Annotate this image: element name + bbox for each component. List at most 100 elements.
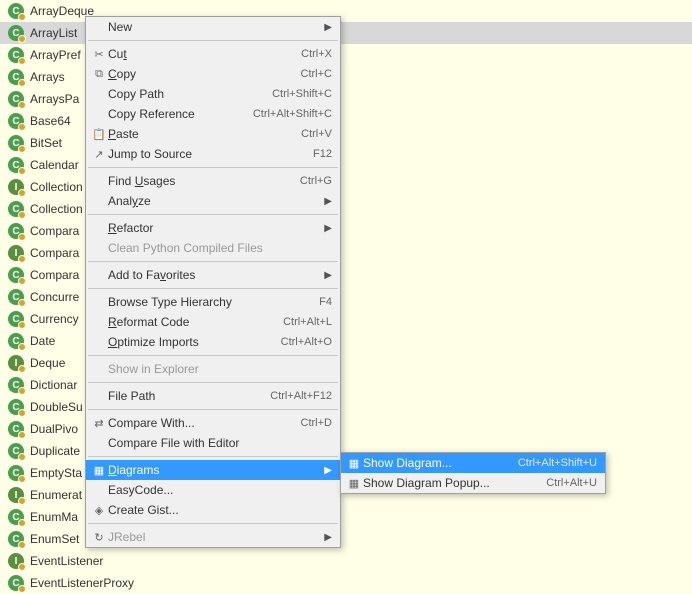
- menu-copy-reference[interactable]: Copy ReferenceCtrl+Alt+Shift+C: [86, 104, 340, 124]
- menu-find-usages[interactable]: Find UsagesCtrl+G: [86, 171, 340, 191]
- menu-file-path[interactable]: File PathCtrl+Alt+F12: [86, 386, 340, 406]
- class-item-label: ArrayPref: [30, 48, 81, 62]
- menu-easycode[interactable]: EasyCode...: [86, 480, 340, 500]
- menu-cut[interactable]: ✂CutCtrl+X: [86, 44, 340, 64]
- menu-item-label: Jump to Source: [108, 147, 313, 161]
- class-item-eventlistener[interactable]: I EventListener: [0, 550, 692, 572]
- menu-item-label: New: [108, 20, 322, 34]
- submenu-show-diagram[interactable]: ▦Show Diagram...Ctrl+Alt+Shift+U: [341, 453, 605, 473]
- blank-icon: [90, 482, 108, 498]
- menu-add-to-favorites[interactable]: Add to Favorites▶: [86, 265, 340, 285]
- class-icon: C: [8, 531, 24, 547]
- class-icon: C: [8, 267, 24, 283]
- menu-item-shortcut: Ctrl+V: [301, 128, 332, 140]
- menu-new[interactable]: New▶: [86, 17, 340, 37]
- class-icon: C: [8, 91, 24, 107]
- class-item-label: EnumMa: [30, 510, 78, 524]
- menu-jump-to-source[interactable]: ↗Jump to SourceF12: [86, 144, 340, 164]
- blank-icon: [90, 294, 108, 310]
- jump-icon: ↗: [90, 146, 108, 162]
- menu-item-shortcut: Ctrl+G: [300, 175, 332, 187]
- menu-item-shortcut: Ctrl+Shift+C: [272, 88, 332, 100]
- menu-refactor[interactable]: Refactor▶: [86, 218, 340, 238]
- menu-separator: [88, 261, 338, 262]
- menu-create-gist[interactable]: ◈Create Gist...: [86, 500, 340, 520]
- menu-compare-file-with-editor[interactable]: Compare File with Editor: [86, 433, 340, 453]
- jrebel-icon: ↻: [90, 529, 108, 545]
- chevron-right-icon: ▶: [322, 270, 332, 281]
- diagrams-submenu: ▦Show Diagram...Ctrl+Alt+Shift+U▦Show Di…: [340, 452, 606, 494]
- menu-reformat-code[interactable]: Reformat CodeCtrl+Alt+L: [86, 312, 340, 332]
- class-icon: C: [8, 201, 24, 217]
- class-item-label: Duplicate: [30, 444, 80, 458]
- blank-icon: [90, 361, 108, 377]
- menu-copy-path[interactable]: Copy PathCtrl+Shift+C: [86, 84, 340, 104]
- menu-separator: [88, 214, 338, 215]
- menu-optimize-imports[interactable]: Optimize ImportsCtrl+Alt+O: [86, 332, 340, 352]
- menu-item-shortcut: Ctrl+Alt+Shift+U: [518, 457, 597, 469]
- showdiag-icon: ▦: [345, 475, 363, 491]
- menu-item-label: Optimize Imports: [108, 335, 281, 349]
- class-item-label: EventListener: [30, 554, 103, 568]
- menu-copy[interactable]: ⧉CopyCtrl+C: [86, 64, 340, 84]
- blank-icon: [90, 267, 108, 283]
- class-item-label: Compara: [30, 268, 79, 282]
- class-item-label: Currency: [30, 312, 79, 326]
- menu-separator: [88, 288, 338, 289]
- class-icon: C: [8, 399, 24, 415]
- menu-item-label: File Path: [108, 389, 270, 403]
- class-item-label: DoubleSu: [30, 400, 83, 414]
- menu-item-label: Copy: [108, 67, 301, 81]
- menu-analyze[interactable]: Analyze▶: [86, 191, 340, 211]
- class-icon: C: [8, 377, 24, 393]
- menu-item-label: Copy Path: [108, 87, 272, 101]
- class-item-label: Calendar: [30, 158, 79, 172]
- menu-separator: [88, 523, 338, 524]
- menu-separator: [88, 456, 338, 457]
- menu-paste[interactable]: 📋PasteCtrl+V: [86, 124, 340, 144]
- submenu-show-diagram-popup[interactable]: ▦Show Diagram Popup...Ctrl+Alt+U: [341, 473, 605, 493]
- class-item-label: Concurre: [30, 290, 79, 304]
- class-icon: C: [8, 223, 24, 239]
- interface-icon: I: [8, 553, 24, 569]
- blank-icon: [90, 334, 108, 350]
- blank-icon: [90, 106, 108, 122]
- menu-item-shortcut: Ctrl+Alt+L: [283, 316, 332, 328]
- menu-diagrams[interactable]: ▦Diagrams▶: [86, 460, 340, 480]
- menu-item-label: Browse Type Hierarchy: [108, 295, 319, 309]
- menu-item-label: Clean Python Compiled Files: [108, 241, 332, 255]
- chevron-right-icon: ▶: [322, 532, 332, 543]
- menu-item-label: Find Usages: [108, 174, 300, 188]
- interface-icon: I: [8, 245, 24, 261]
- chevron-right-icon: ▶: [322, 465, 332, 476]
- blank-icon: [90, 314, 108, 330]
- class-item-label: EmptySta: [30, 466, 82, 480]
- menu-separator: [88, 382, 338, 383]
- class-item-label: ArrayList: [30, 26, 77, 40]
- menu-item-shortcut: Ctrl+D: [301, 417, 332, 429]
- gist-icon: ◈: [90, 502, 108, 518]
- menu-item-shortcut: Ctrl+C: [301, 68, 332, 80]
- menu-item-label: Compare File with Editor: [108, 436, 332, 450]
- class-item-label: Base64: [30, 114, 71, 128]
- blank-icon: [90, 19, 108, 35]
- menu-item-shortcut: Ctrl+Alt+O: [281, 336, 332, 348]
- menu-item-label: Refactor: [108, 221, 322, 235]
- class-icon: C: [8, 157, 24, 173]
- class-icon: C: [8, 3, 24, 19]
- class-item-label: EventListenerProxy: [30, 576, 134, 590]
- class-item-label: Compara: [30, 246, 79, 260]
- class-icon: C: [8, 69, 24, 85]
- menu-compare-with[interactable]: ⇄Compare With...Ctrl+D: [86, 413, 340, 433]
- class-item-eventlistenerproxy[interactable]: CEventListenerProxy: [0, 572, 692, 594]
- class-item-label: BitSet: [30, 136, 62, 150]
- class-icon: C: [8, 47, 24, 63]
- menu-browse-type-hierarchy[interactable]: Browse Type HierarchyF4: [86, 292, 340, 312]
- class-item-label: DualPivo: [30, 422, 78, 436]
- interface-icon: I: [8, 487, 24, 503]
- menu-item-label: Add to Favorites: [108, 268, 322, 282]
- menu-item-label: Diagrams: [108, 463, 322, 477]
- class-item-label: Deque: [30, 356, 65, 370]
- class-icon: C: [8, 113, 24, 129]
- menu-item-label: Cut: [108, 47, 301, 61]
